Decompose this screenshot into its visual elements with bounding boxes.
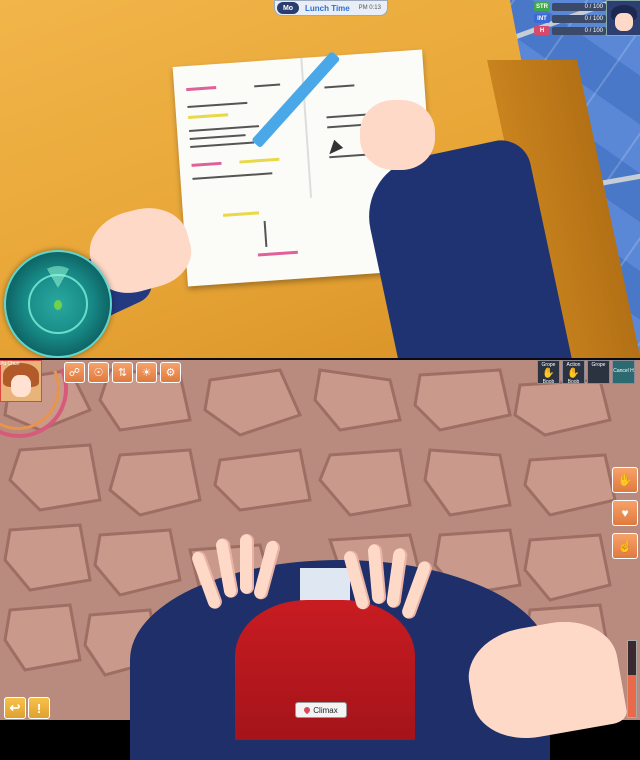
finger-icon[interactable]: ☝ bbox=[612, 533, 638, 559]
character-name: Pu Chun bbox=[0, 361, 20, 367]
stats-panel: STR 0 / 100 INT 0 / 100 H 0 / 100 bbox=[534, 0, 606, 36]
action-buttons: Grope ✋ Boob Action ✋ Boob Grope Cancel … bbox=[537, 360, 635, 385]
hand-icon: ✋ bbox=[542, 368, 555, 379]
pose-icon[interactable]: ☉ bbox=[88, 362, 109, 383]
button-sub: Boob bbox=[567, 379, 580, 385]
scene-menu: ☍ ☉ ⇅ ☀ ⚙ bbox=[64, 362, 181, 383]
stat-label: STR bbox=[534, 2, 550, 11]
stat-value: 0 / 100 bbox=[552, 2, 606, 11]
right-fingers bbox=[342, 540, 445, 630]
return-icon[interactable]: ↩ bbox=[4, 697, 26, 719]
period-label: Lunch Time bbox=[305, 3, 350, 13]
button-sub: Boob bbox=[542, 379, 555, 385]
swap-icon[interactable]: ⇅ bbox=[112, 362, 133, 383]
left-fingers bbox=[190, 530, 285, 611]
climax-label: Climax bbox=[313, 705, 338, 715]
stat-h: H 0 / 100 bbox=[534, 25, 606, 36]
button-label: Grope bbox=[591, 362, 606, 368]
stat-value: 0 / 100 bbox=[552, 26, 606, 35]
time-indicator: Mo Lunch Time PM 0:13 bbox=[274, 0, 388, 16]
grope-button[interactable]: Grope bbox=[587, 360, 610, 384]
light-icon[interactable]: ☀ bbox=[136, 362, 157, 383]
player-portrait[interactable] bbox=[606, 0, 640, 36]
shirt-icon[interactable]: ☍ bbox=[64, 362, 85, 383]
climax-button[interactable]: Climax bbox=[295, 702, 347, 718]
gauge-fill bbox=[628, 675, 636, 717]
right-hand bbox=[360, 100, 435, 170]
alert-icon[interactable]: ! bbox=[28, 697, 50, 719]
cancel-h-button[interactable]: Cancel H bbox=[612, 360, 635, 384]
lips-icon[interactable]: ♥ bbox=[612, 500, 638, 526]
pin-icon bbox=[303, 705, 312, 715]
stat-label: H bbox=[534, 26, 550, 35]
grope-boob-button[interactable]: Grope ✋ Boob bbox=[537, 360, 560, 385]
stat-int: INT 0 / 100 bbox=[534, 13, 606, 24]
action-boob-button[interactable]: Action ✋ Boob bbox=[562, 360, 585, 385]
hand-grab-icon[interactable]: ✋ bbox=[612, 467, 638, 493]
button-label: Cancel H bbox=[613, 368, 634, 374]
settings-icon[interactable]: ⚙ bbox=[160, 362, 181, 383]
stat-str: STR 0 / 100 bbox=[534, 1, 606, 12]
day-badge: Mo bbox=[277, 2, 299, 14]
excitement-gauge bbox=[627, 640, 637, 718]
hand-icon: ✋ bbox=[567, 368, 580, 379]
player-marker-icon bbox=[54, 300, 62, 310]
stat-value: 0 / 100 bbox=[552, 14, 606, 23]
classroom-scene: Mo Lunch Time PM 0:13 STR 0 / 100 INT 0 … bbox=[0, 0, 640, 360]
clock-label: PM 0:13 bbox=[358, 5, 381, 11]
stat-label: INT bbox=[534, 14, 550, 23]
